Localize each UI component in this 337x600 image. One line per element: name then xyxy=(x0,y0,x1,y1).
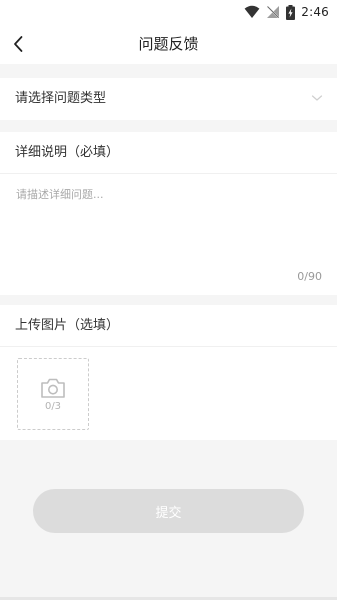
upload-label: 上传图片（选填） xyxy=(15,318,120,333)
upload-section-header: 上传图片（选填） xyxy=(0,305,337,347)
question-type-label: 请选择问题类型 xyxy=(15,91,107,106)
wifi-icon xyxy=(244,5,260,18)
upload-box: 0/3 xyxy=(0,347,337,440)
question-type-select[interactable]: 请选择问题类型 xyxy=(0,78,337,120)
status-time: 2:46 xyxy=(301,5,329,19)
upload-image-button[interactable]: 0/3 xyxy=(17,358,89,430)
submit-button[interactable]: 提交 xyxy=(33,489,304,533)
camera-icon xyxy=(41,378,65,398)
detail-box: 0/90 xyxy=(0,174,337,295)
nav-bar: 问题反馈 xyxy=(0,24,337,64)
detail-textarea[interactable] xyxy=(12,182,322,268)
battery-charging-icon xyxy=(286,4,296,20)
status-bar: 2:46 xyxy=(0,0,337,24)
char-counter: 0/90 xyxy=(297,270,322,283)
page-title: 问题反馈 xyxy=(138,35,199,53)
no-signal-icon xyxy=(267,6,280,19)
upload-count: 0/3 xyxy=(44,400,62,412)
detail-section-header: 详细说明（必填） xyxy=(0,132,337,174)
detail-label: 详细说明（必填） xyxy=(15,145,120,160)
chevron-down-icon xyxy=(311,95,323,101)
status-icons: 2:46 xyxy=(244,3,329,21)
